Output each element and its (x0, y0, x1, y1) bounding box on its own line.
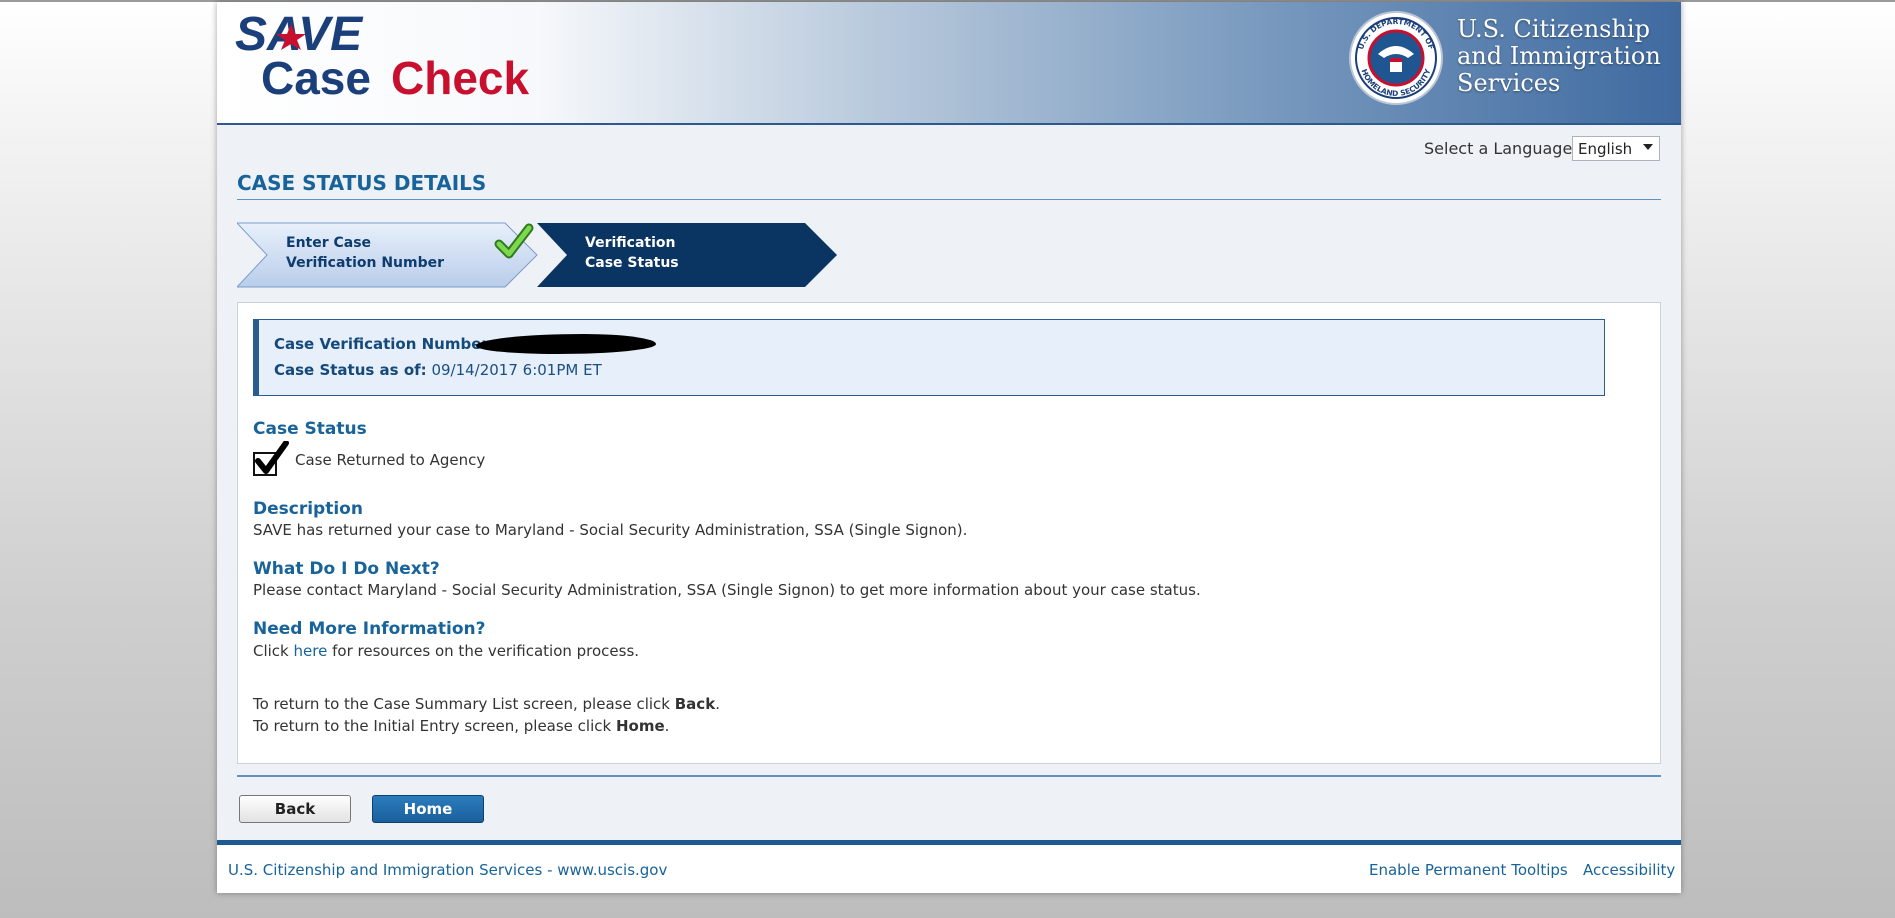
agency-line-3: Services (1457, 69, 1561, 97)
progress-steps: Enter Case Verification Number Verificat… (237, 220, 857, 290)
case-status-value: Case Returned to Agency (295, 451, 486, 469)
title-divider (237, 199, 1661, 200)
case-details-panel: Case Verification Number: Case Status as… (237, 302, 1661, 764)
home-button[interactable]: Home (372, 795, 484, 823)
more-info-heading: Need More Information? (253, 619, 486, 639)
step-2-label: Verification Case Status (585, 235, 679, 271)
logo-case-text: Case (261, 52, 371, 100)
page-title: CASE STATUS DETAILS (237, 171, 487, 195)
site-footer: U.S. Citizenship and Immigration Service… (217, 840, 1681, 893)
step-2-shape (537, 223, 837, 287)
language-select[interactable]: English (1572, 136, 1660, 161)
save-casecheck-logo[interactable]: SAVE Case Check (235, 8, 555, 100)
dhs-seal-icon: U.S. DEPARTMENT OF HOMELAND SECURITY (1349, 11, 1443, 105)
case-status-date-label: Case Status as of: (274, 361, 427, 379)
back-button[interactable]: Back (239, 795, 351, 823)
language-selected-value: English (1578, 140, 1633, 158)
case-status-date-row: Case Status as of: 09/14/2017 6:01PM ET (274, 361, 602, 379)
more-info-text: Click here for resources on the verifica… (253, 642, 640, 660)
checkbox-checked-icon (253, 441, 289, 476)
case-info-box: Case Verification Number: Case Status as… (253, 319, 1605, 396)
return-home-text: To return to the Initial Entry screen, p… (253, 717, 670, 735)
agency-line-1: U.S. Citizenship (1457, 15, 1650, 43)
logo-check-text: Check (391, 52, 529, 100)
page-container: SAVE Case Check U.S. DEPARTMENT OF HOMEL… (217, 2, 1681, 893)
agency-name: U.S. Citizenship and Immigration Service… (1457, 16, 1661, 97)
site-header: SAVE Case Check U.S. DEPARTMENT OF HOMEL… (217, 2, 1681, 125)
case-status-heading: Case Status (253, 419, 367, 439)
agency-line-2: and Immigration (1457, 42, 1661, 70)
language-label: Select a Language: (1424, 139, 1578, 158)
return-back-text: To return to the Case Summary List scree… (253, 695, 720, 713)
uscis-footer-link[interactable]: U.S. Citizenship and Immigration Service… (228, 861, 667, 879)
case-number-row: Case Verification Number: (274, 335, 495, 353)
bottom-divider (237, 775, 1661, 777)
resources-link[interactable]: here (294, 642, 328, 660)
case-number-label: Case Verification Number: (274, 335, 495, 353)
step-1-label: Enter Case Verification Number (286, 235, 445, 271)
description-heading: Description (253, 499, 363, 519)
description-text: SAVE has returned your case to Maryland … (253, 521, 968, 539)
case-status-date-value: 09/14/2017 6:01PM ET (431, 361, 602, 379)
chevron-down-icon (1643, 144, 1653, 150)
next-steps-heading: What Do I Do Next? (253, 559, 440, 579)
next-steps-text: Please contact Maryland - Social Securit… (253, 581, 1201, 599)
tooltips-link[interactable]: Enable Permanent Tooltips (1369, 861, 1568, 879)
redacted-case-number (476, 334, 656, 354)
accessibility-link[interactable]: Accessibility (1583, 861, 1675, 879)
